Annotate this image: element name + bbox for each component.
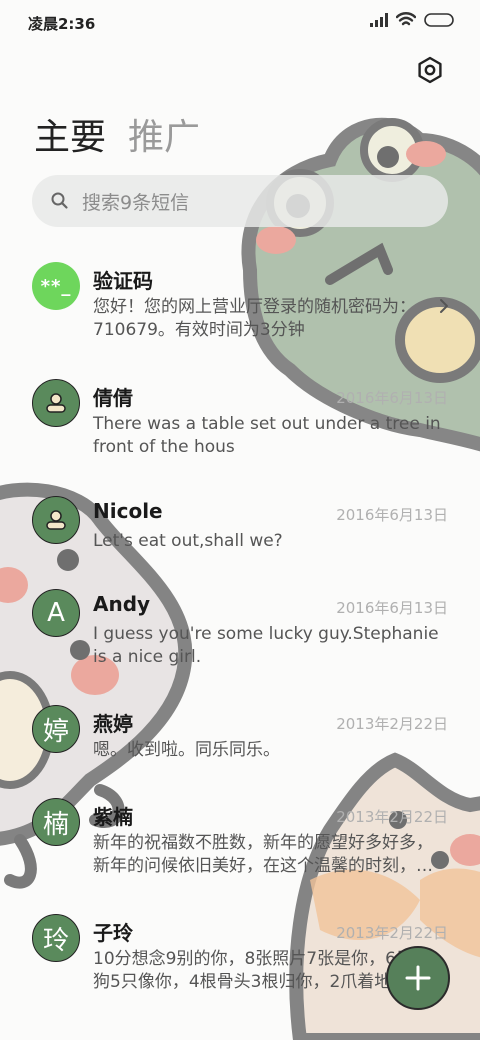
avatar-text: A: [47, 598, 65, 628]
search-placeholder: 搜索9条短信: [82, 191, 190, 214]
message-preview: I guess you're some lucky guy.Stephanie …: [93, 624, 439, 667]
person-icon: [46, 393, 66, 413]
search-icon: [51, 192, 68, 209]
status-bar: 凌晨2:36: [0, 0, 480, 46]
message-date: 2013年2月22日: [336, 924, 448, 942]
message-date: 2016年6月13日: [336, 599, 448, 617]
avatar: 玲: [32, 914, 80, 962]
contact-name: 子玲: [93, 921, 133, 945]
message-date: 2013年2月22日: [336, 715, 448, 733]
message-preview: 新年的祝福数不胜数，新年的愿望好多好多，新年的问候依旧美好，在这个温馨的时刻，…: [93, 833, 433, 876]
contact-name: 验证码: [93, 269, 153, 293]
status-icons: [370, 12, 454, 27]
avatar-text: 楠: [42, 809, 69, 840]
message-preview: Let's eat out,shall we?: [93, 531, 283, 551]
chevron-right-icon[interactable]: [438, 298, 450, 314]
battery-icon: [424, 12, 454, 27]
signal-icon: [370, 12, 388, 27]
contact-name: Andy: [93, 592, 151, 616]
wifi-icon: [396, 12, 416, 26]
conversation-item[interactable]: 楠 紫楠 2013年2月22日 新年的祝福数不胜数，新年的愿望好多好多，新年的问…: [0, 798, 480, 888]
avatar: 楠: [32, 798, 80, 846]
message-preview: 嗯。收到啦。同乐同乐。: [93, 740, 280, 760]
contact-name: 紫楠: [93, 805, 133, 829]
tab-primary[interactable]: 主要: [34, 108, 106, 160]
conversation-item[interactable]: 婷 燕婷 2013年2月22日 嗯。收到啦。同乐同乐。: [0, 705, 480, 775]
contact-name: Nicole: [93, 499, 163, 523]
search-bar[interactable]: 搜索9条短信: [32, 175, 448, 227]
person-icon: [46, 510, 66, 530]
status-time: 凌晨2:36: [28, 15, 96, 33]
conversation-item[interactable]: **_ 验证码 您好！您的网上营业厅登录的随机密码为：710679。有效时间为3…: [0, 262, 480, 352]
avatar-text: **_: [40, 275, 72, 297]
message-preview: 您好！您的网上营业厅登录的随机密码为：710679。有效时间为3分钟: [93, 297, 416, 340]
avatar-text: 玲: [42, 925, 69, 956]
plus-icon: [405, 965, 431, 991]
avatar: [32, 379, 80, 427]
avatar: **_: [32, 262, 80, 310]
avatar: 婷: [32, 705, 80, 753]
message-preview: There was a table set out under a tree i…: [93, 414, 441, 457]
avatar: [32, 496, 80, 544]
conversation-item[interactable]: Nicole 2016年6月13日 Let's eat out,shall we…: [0, 496, 480, 566]
settings-icon[interactable]: [416, 56, 444, 84]
tab-promotions[interactable]: 推广: [128, 108, 200, 160]
contact-name: 倩倩: [93, 386, 133, 410]
tab-bar: 主要 推广: [34, 108, 200, 160]
avatar: A: [32, 589, 80, 637]
message-date: 2013年2月22日: [336, 808, 448, 826]
message-date: 2016年6月13日: [336, 506, 448, 524]
conversation-item[interactable]: 倩倩 2016年6月13日 There was a table set out …: [0, 379, 480, 469]
avatar-text: 婷: [42, 716, 69, 747]
new-message-button[interactable]: [386, 946, 450, 1010]
contact-name: 燕婷: [93, 712, 133, 736]
conversation-item[interactable]: A Andy 2016年6月13日 I guess you're some lu…: [0, 589, 480, 679]
message-date: 2016年6月13日: [336, 389, 448, 407]
